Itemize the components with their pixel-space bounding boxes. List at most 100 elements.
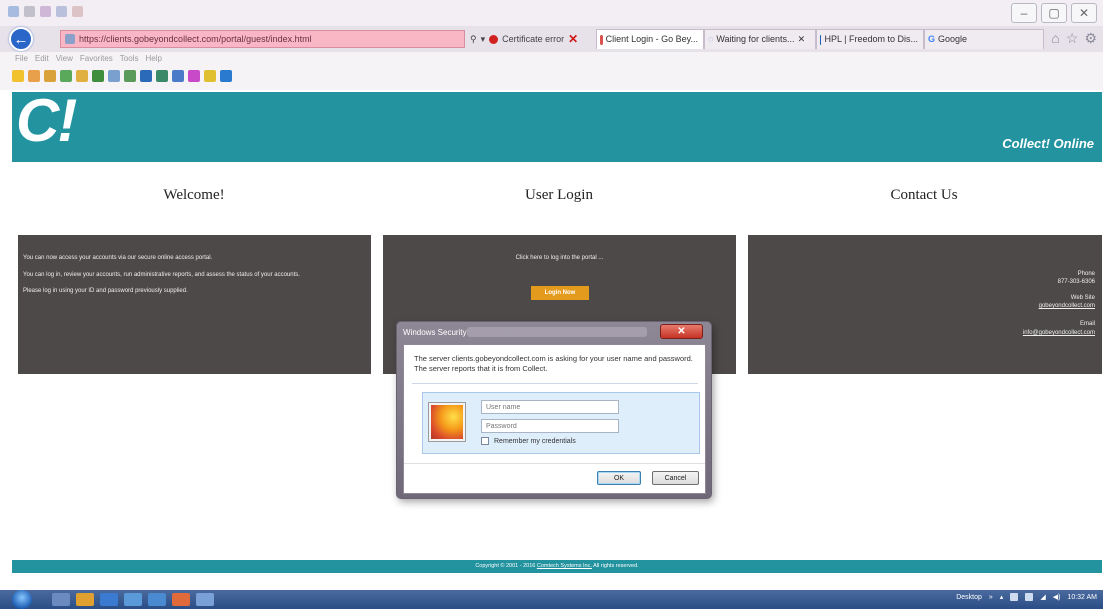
taskbar-app-icon[interactable] bbox=[148, 593, 166, 606]
clock[interactable]: 10:32 AM bbox=[1067, 594, 1097, 601]
volume-icon[interactable]: ◀) bbox=[1053, 593, 1061, 601]
dialog-title[interactable]: Windows Security bbox=[403, 328, 467, 337]
taskbar-app-icon[interactable] bbox=[172, 593, 190, 606]
app-icon bbox=[8, 6, 19, 17]
address-url: https://clients.gobeyondcollect.com/port… bbox=[79, 34, 312, 44]
bookmark-icon[interactable] bbox=[124, 70, 136, 82]
tab-favicon bbox=[600, 34, 603, 45]
save-icon[interactable] bbox=[24, 6, 35, 17]
bookmark-icon[interactable] bbox=[60, 70, 72, 82]
cancel-button[interactable]: Cancel bbox=[652, 471, 699, 485]
close-icon: ✕ bbox=[677, 326, 686, 337]
taskbar: Desktop » ▴ ◢ ◀) 10:32 AM bbox=[0, 590, 1103, 609]
tab-close-icon[interactable]: ✕ bbox=[798, 30, 806, 49]
tab-waiting[interactable]: ◌ Waiting for clients... ✕ bbox=[704, 29, 816, 49]
signal-icon[interactable]: ◢ bbox=[1040, 593, 1045, 601]
tab-favicon bbox=[820, 34, 822, 45]
dialog-title-bar bbox=[467, 327, 647, 337]
bookmark-icon[interactable] bbox=[188, 70, 200, 82]
remember-checkbox[interactable] bbox=[481, 437, 489, 445]
divider bbox=[412, 383, 698, 384]
username-input[interactable] bbox=[481, 400, 619, 414]
menu-bar: File Edit View Favorites Tools Help bbox=[0, 52, 1103, 65]
brand-name: Collect! Online bbox=[1002, 136, 1094, 151]
dropdown-icon[interactable]: ▾ bbox=[481, 34, 486, 45]
rights-text: All rights reserved. bbox=[593, 563, 639, 569]
back-arrow-icon: ← bbox=[13, 30, 29, 48]
copyright-text: Copyright © 2001 - 2016 bbox=[475, 563, 536, 569]
welcome-text: Please log in using your ID and password… bbox=[23, 288, 188, 294]
redo-icon[interactable] bbox=[56, 6, 67, 17]
remember-credentials[interactable]: Remember my credentials bbox=[481, 437, 576, 445]
welcome-heading: Welcome! bbox=[163, 187, 225, 203]
undo-icon[interactable] bbox=[40, 6, 51, 17]
taskbar-app-icon[interactable] bbox=[124, 593, 142, 606]
ok-button[interactable]: OK bbox=[597, 471, 641, 485]
show-hidden-icon[interactable]: ▴ bbox=[1000, 593, 1004, 601]
desktop-toolbar[interactable]: Desktop bbox=[956, 594, 982, 601]
email-link[interactable]: info@gobeyondcollect.com bbox=[1023, 330, 1095, 336]
menu-file[interactable]: File bbox=[15, 54, 28, 63]
email-label: Email bbox=[1079, 321, 1095, 327]
bookmark-icon[interactable] bbox=[156, 70, 168, 82]
site-logo[interactable]: C! bbox=[16, 86, 77, 155]
close-window-button[interactable]: ✕ bbox=[1071, 3, 1097, 23]
maximize-button[interactable]: ▢ bbox=[1041, 3, 1067, 23]
start-button[interactable] bbox=[12, 590, 32, 609]
company-link[interactable]: Comtech Systems Inc. bbox=[537, 563, 592, 569]
tab-label: Waiting for clients... bbox=[716, 34, 795, 44]
dialog-close-button[interactable]: ✕ bbox=[660, 324, 703, 339]
bookmark-icon[interactable] bbox=[92, 70, 104, 82]
taskbar-app-icon[interactable] bbox=[76, 593, 94, 606]
tab-strip: Client Login - Go Bey... ◌ Waiting for c… bbox=[596, 29, 1044, 49]
taskbar-app-icon[interactable] bbox=[100, 593, 118, 606]
flag-icon[interactable] bbox=[1025, 593, 1034, 601]
back-button[interactable]: ← bbox=[9, 27, 33, 51]
tab-google[interactable]: G Google bbox=[924, 29, 1044, 49]
menu-favorites[interactable]: Favorites bbox=[80, 54, 113, 63]
certificate-error-label[interactable]: Certificate error bbox=[502, 34, 564, 44]
login-prompt[interactable]: Click here to log into the portal ... bbox=[383, 255, 736, 261]
bookmark-icon[interactable] bbox=[76, 70, 88, 82]
chevron-icon[interactable]: » bbox=[989, 594, 993, 601]
search-icon[interactable]: ⚲ bbox=[470, 34, 477, 45]
bookmark-icon[interactable] bbox=[108, 70, 120, 82]
stop-icon[interactable]: ✕ bbox=[568, 32, 578, 46]
windows-security-dialog: Windows Security ✕ The server clients.go… bbox=[396, 321, 712, 499]
taskbar-app-icon[interactable] bbox=[52, 593, 70, 606]
site-footer: Copyright © 2001 - 2016 Comtech Systems … bbox=[12, 560, 1102, 573]
site-icon bbox=[65, 34, 75, 44]
menu-tools[interactable]: Tools bbox=[120, 54, 139, 63]
phone-number: 877-303-6306 bbox=[1057, 279, 1095, 285]
dialog-body: The server clients.gobeyondcollect.com i… bbox=[403, 344, 706, 494]
tool-icon[interactable] bbox=[72, 6, 83, 17]
settings-gear-icon[interactable]: ⚙ bbox=[1084, 30, 1097, 47]
menu-view[interactable]: View bbox=[56, 54, 73, 63]
website-link[interactable]: gobeyondcollect.com bbox=[1039, 303, 1095, 309]
bookmark-icon[interactable] bbox=[140, 70, 152, 82]
bookmark-icon[interactable] bbox=[28, 70, 40, 82]
bookmark-icon[interactable] bbox=[172, 70, 184, 82]
login-now-button[interactable]: Login Now bbox=[531, 286, 589, 300]
user-tile-icon bbox=[428, 402, 466, 442]
home-icon[interactable]: ⌂ bbox=[1051, 30, 1059, 47]
tab-hpl[interactable]: HPL | Freedom to Dis... bbox=[816, 29, 924, 49]
taskbar-app-icon[interactable] bbox=[196, 593, 214, 606]
menu-help[interactable]: Help bbox=[145, 54, 161, 63]
site-header: C! Collect! Online bbox=[12, 87, 1102, 162]
menu-edit[interactable]: Edit bbox=[35, 54, 49, 63]
minimize-button[interactable]: – bbox=[1011, 3, 1037, 23]
contact-panel: Phone 877-303-6306 Web Site gobeyondcoll… bbox=[748, 235, 1102, 374]
system-tray: Desktop » ▴ ◢ ◀) 10:32 AM bbox=[956, 593, 1097, 601]
remember-label: Remember my credentials bbox=[494, 437, 576, 445]
password-input[interactable] bbox=[481, 419, 619, 433]
credential-box: Remember my credentials bbox=[422, 392, 700, 454]
tab-client-login[interactable]: Client Login - Go Bey... bbox=[596, 29, 704, 49]
network-icon[interactable] bbox=[1010, 593, 1019, 601]
favorites-star-icon[interactable] bbox=[12, 70, 24, 82]
bookmark-icon[interactable] bbox=[44, 70, 56, 82]
address-bar[interactable]: https://clients.gobeyondcollect.com/port… bbox=[60, 30, 465, 48]
bookmark-icon[interactable] bbox=[204, 70, 216, 82]
bookmark-icon[interactable] bbox=[220, 70, 232, 82]
favorites-star-icon[interactable]: ☆ bbox=[1066, 30, 1079, 47]
